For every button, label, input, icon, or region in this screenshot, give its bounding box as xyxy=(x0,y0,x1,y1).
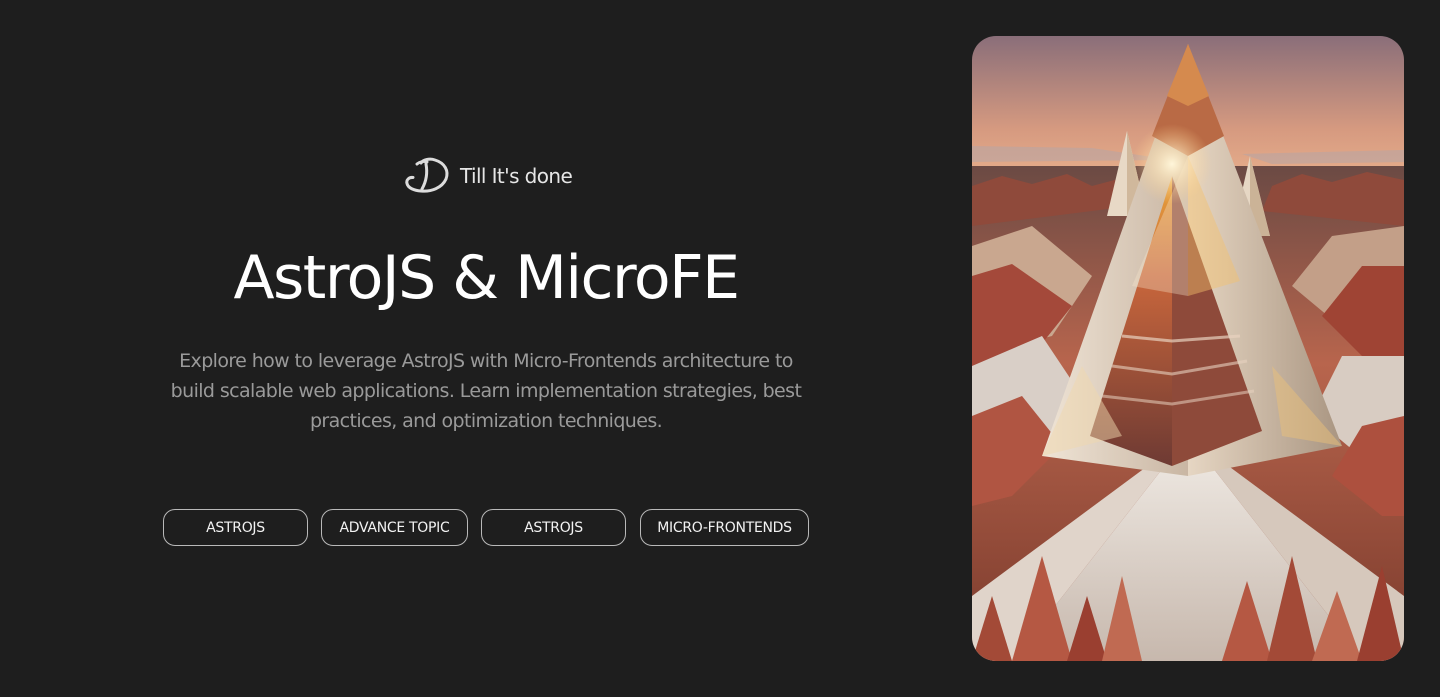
tag-micro-frontends[interactable]: MICRO-FRONTENDS xyxy=(640,509,809,546)
tag-astrojs[interactable]: ASTROJS xyxy=(163,509,308,546)
hero-content: Till It's done AstroJS & MicroFE Explore… xyxy=(0,0,972,697)
signature-d-logo-icon xyxy=(405,157,449,193)
brand-logo[interactable]: Till It's done xyxy=(404,155,573,197)
page-title: AstroJS & MicroFE xyxy=(233,243,740,313)
tag-list: ASTROJS ADVANCE TOPIC ASTROJS MICRO-FRON… xyxy=(0,509,972,546)
tag-astrojs-2[interactable]: ASTROJS xyxy=(481,509,626,546)
page: Till It's done AstroJS & MicroFE Explore… xyxy=(0,0,1440,697)
page-description: Explore how to leverage AstroJS with Mic… xyxy=(170,350,802,432)
tag-advance-topic[interactable]: ADVANCE TOPIC xyxy=(321,509,468,546)
hero-image xyxy=(972,36,1404,661)
brand-name: Till It's done xyxy=(460,164,573,188)
crystal-pyramid-artwork xyxy=(972,36,1404,661)
